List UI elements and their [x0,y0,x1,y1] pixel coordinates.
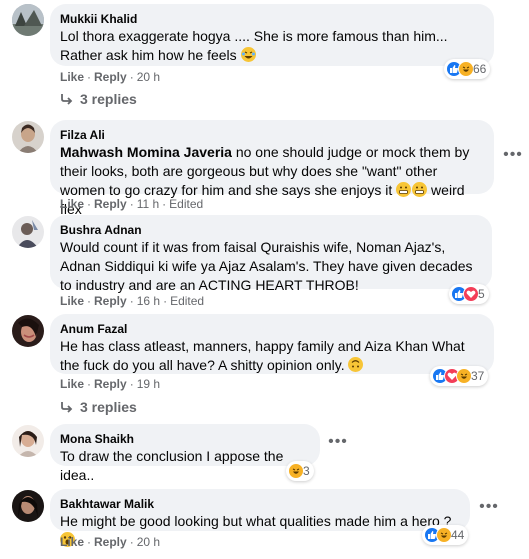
comment-author[interactable]: Bushra Adnan [60,222,480,238]
more-options-icon[interactable]: ••• [326,432,350,456]
reply-button[interactable]: Reply [94,70,127,84]
reply-button[interactable]: Reply [94,377,127,391]
reaction-count: 3 [303,464,310,478]
avatar[interactable] [12,425,44,457]
comment-author[interactable]: Mukkii Khalid [60,11,482,27]
avatar[interactable] [12,121,44,153]
like-button[interactable]: Like [60,70,84,84]
reply-button[interactable]: Reply [94,294,127,308]
reaction-summary[interactable]: 37 [430,366,489,386]
view-replies-button[interactable]: 3 replies [60,91,137,107]
comment-time[interactable]: 19 h [137,377,160,391]
like-button[interactable]: Like [60,377,84,391]
reaction-summary[interactable]: 3 [286,461,314,481]
reaction-count: 66 [473,62,487,76]
comment-text: Would count if it was from faisal Qurais… [60,239,473,293]
grimacing-emoji-icon [396,182,412,197]
comment-author[interactable]: Mona Shaikh [60,431,308,447]
comment-author[interactable]: Bakhtawar Malik [60,496,458,512]
edited-label: Edited [170,294,205,308]
mention-link[interactable]: Mahwash Momina Javeria [60,144,232,160]
avatar[interactable] [12,216,44,248]
edited-label: Edited [169,197,204,211]
reply-arrow-icon [61,402,73,413]
reaction-count: 5 [478,287,485,301]
view-replies-button[interactable]: 3 replies [60,399,137,415]
like-button[interactable]: Like [60,294,84,308]
grimacing-emoji-icon [412,182,428,197]
comment-text: To draw the conclusion I appose the idea… [60,448,284,483]
comment-bubble: Filza Ali Mahwash Momina Javeria no one … [50,120,494,217]
comment-bubble: Bakhtawar Malik He might be good looking… [50,489,470,547]
reply-button[interactable]: Reply [94,535,127,549]
avatar[interactable] [12,315,44,347]
laugh-icon [436,527,452,543]
more-options-icon[interactable]: ••• [477,497,501,521]
comment-text: He has class atleast, manners, happy fam… [60,338,465,373]
comment-bubble: Anum Fazal He has class atleast, manners… [50,314,494,374]
upside-down-face-emoji-icon [348,357,364,372]
love-icon [463,286,479,302]
avatar[interactable] [12,4,44,36]
reply-arrow-icon [61,94,73,105]
comment-text: He might be good looking but what qualit… [60,513,452,529]
reaction-count: 44 [451,528,465,542]
more-options-icon[interactable]: ••• [501,145,525,169]
reaction-count: 37 [471,369,485,383]
reaction-summary[interactable]: 66 [444,59,491,79]
like-button[interactable]: Like [60,535,84,549]
comment-bubble: Mona Shaikh To draw the conclusion I app… [50,424,320,483]
laugh-icon [456,368,472,384]
comment-author[interactable]: Anum Fazal [60,321,482,337]
comment-time[interactable]: 20 h [137,535,160,549]
comment-time[interactable]: 16 h [137,294,160,308]
comment-time[interactable]: 20 h [137,70,160,84]
comment-actions: Like · Reply · 19 h [60,377,161,391]
comment-bubble: Bushra Adnan Would count if it was from … [50,215,492,293]
reply-button[interactable]: Reply [94,197,127,211]
reaction-summary[interactable]: 44 [422,525,469,545]
comment-actions: Like · Reply · 20 h [60,70,161,84]
like-button[interactable]: Like [60,197,84,211]
laughing-emoji-icon [240,47,256,62]
comment-actions: Like · Reply · 11 h · Edited [60,197,204,211]
comment-bubble: Mukkii Khalid Lol thora exaggerate hogya… [50,4,494,66]
laugh-icon [458,61,474,77]
comment-actions: Like · Reply · 16 h · Edited [60,294,205,308]
laugh-icon [288,463,304,479]
comment-actions: Like · Reply · 20 h [60,535,161,549]
comment-author[interactable]: Filza Ali [60,127,482,143]
avatar[interactable] [12,490,44,522]
comment-time[interactable]: 11 h [137,197,159,211]
reaction-summary[interactable]: 5 [449,284,489,304]
